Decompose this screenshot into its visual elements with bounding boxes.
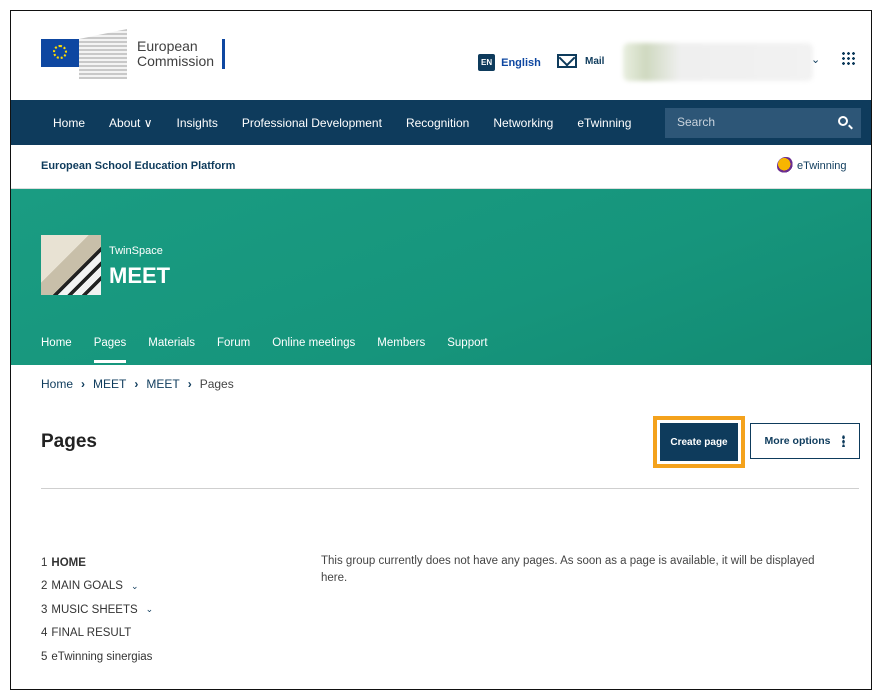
tab-members[interactable]: Members xyxy=(366,337,436,357)
breadcrumb-home[interactable]: Home xyxy=(41,377,73,391)
list-item-number: 1 xyxy=(41,556,48,569)
list-item-label: MUSIC SHEETS xyxy=(51,603,138,616)
list-item-number: 3 xyxy=(41,603,48,616)
language-code-badge: EN xyxy=(478,54,496,71)
list-item[interactable]: 2 MAIN GOALS ⌄ xyxy=(41,575,153,599)
language-label: English xyxy=(501,56,541,69)
page-list: 1 HOME 2 MAIN GOALS ⌄ 3 MUSIC SHEETS ⌄ 4… xyxy=(41,551,153,669)
header-divider xyxy=(41,488,859,489)
chevron-down-icon[interactable]: ⌄ xyxy=(811,53,820,66)
top-header: European Commission EN English Mail ⌄ xyxy=(11,11,871,99)
kebab-menu-icon xyxy=(842,435,846,447)
breadcrumb-meet-1[interactable]: MEET xyxy=(93,377,126,391)
tab-materials[interactable]: Materials xyxy=(137,337,206,357)
create-page-button[interactable]: Create page xyxy=(660,423,738,461)
european-commission-logo[interactable]: European Commission xyxy=(41,29,226,79)
ec-logo-bar xyxy=(222,39,226,69)
nav-recognition[interactable]: Recognition xyxy=(394,116,481,130)
ec-logo-line2: Commission xyxy=(137,53,215,69)
breadcrumb-meet-2[interactable]: MEET xyxy=(146,377,179,391)
list-item-number: 2 xyxy=(41,580,48,593)
breadcrumb-separator-icon: › xyxy=(134,377,139,391)
tab-online-meetings[interactable]: Online meetings xyxy=(261,337,366,357)
page-title: Pages xyxy=(41,431,97,452)
breadcrumb-separator-icon: › xyxy=(81,377,86,391)
list-item[interactable]: 1 HOME xyxy=(41,551,153,575)
nav-insights[interactable]: Insights xyxy=(165,116,230,130)
nav-home[interactable]: Home xyxy=(11,116,97,130)
chevron-down-icon[interactable]: ⌄ xyxy=(146,604,154,615)
envelope-icon xyxy=(557,54,577,68)
language-selector[interactable]: EN English xyxy=(478,54,541,71)
nav-about[interactable]: About ∨ xyxy=(97,116,164,130)
list-item-number: 4 xyxy=(41,627,48,640)
etwinning-logo-text: eTwinning xyxy=(797,160,847,172)
more-options-label: More options xyxy=(764,435,831,447)
mail-link[interactable]: Mail xyxy=(557,54,604,68)
tab-home[interactable]: Home xyxy=(11,337,83,357)
etwinning-logo[interactable]: eTwinning xyxy=(777,157,847,175)
main-navigation: Home About ∨ Insights Professional Devel… xyxy=(11,100,871,145)
search-input[interactable]: Search xyxy=(665,108,827,138)
twinspace-hero: TwinSpace MEET Home Pages Materials Foru… xyxy=(11,189,871,365)
platform-bar: European School Education Platform eTwin… xyxy=(11,145,871,189)
list-item-label: MAIN GOALS xyxy=(51,580,123,593)
nav-etwinning[interactable]: eTwinning xyxy=(565,116,643,130)
nav-professional-development[interactable]: Professional Development xyxy=(230,116,394,130)
browser-frame: European Commission EN English Mail ⌄ Ho… xyxy=(10,10,872,690)
list-item-label: eTwinning sinergias xyxy=(51,650,153,663)
twinspace-name: MEET xyxy=(109,263,171,288)
list-item-label: HOME xyxy=(51,556,86,569)
twinspace-label: TwinSpace xyxy=(109,245,163,257)
apps-grid-icon[interactable] xyxy=(841,51,855,65)
tab-forum[interactable]: Forum xyxy=(206,337,261,357)
ec-emblem-icon xyxy=(41,29,127,79)
search-icon xyxy=(838,116,848,126)
twinspace-tabs: Home Pages Materials Forum Online meetin… xyxy=(11,337,871,363)
chevron-down-icon[interactable]: ⌄ xyxy=(131,581,139,592)
tab-support[interactable]: Support xyxy=(436,337,498,357)
breadcrumb: Home › MEET › MEET › Pages xyxy=(41,377,234,391)
user-account-redacted[interactable] xyxy=(623,43,813,81)
list-item[interactable]: 3 MUSIC SHEETS ⌄ xyxy=(41,598,153,622)
platform-title[interactable]: European School Education Platform xyxy=(41,160,235,172)
breadcrumb-separator-icon: › xyxy=(187,377,192,391)
empty-pages-message: This group currently does not have any p… xyxy=(321,555,815,584)
list-item[interactable]: 4 FINAL RESULT xyxy=(41,622,153,646)
ec-logo-text: European Commission xyxy=(137,39,214,69)
mail-label: Mail xyxy=(585,55,605,67)
create-page-highlight: Create page xyxy=(653,416,745,468)
breadcrumb-current: Pages xyxy=(199,377,234,391)
list-item-number: 5 xyxy=(41,650,48,663)
more-options-button[interactable]: More options xyxy=(750,423,860,459)
search-button[interactable] xyxy=(827,108,861,138)
eu-flag-icon xyxy=(41,39,79,67)
list-item-label: FINAL RESULT xyxy=(51,627,132,640)
nav-networking[interactable]: Networking xyxy=(481,116,565,130)
etwinning-mark-icon xyxy=(777,157,795,175)
tab-pages[interactable]: Pages xyxy=(83,337,138,363)
twinspace-thumbnail xyxy=(41,235,101,295)
ec-logo-line1: European xyxy=(137,38,198,54)
list-item[interactable]: 5 eTwinning sinergias xyxy=(41,645,153,669)
